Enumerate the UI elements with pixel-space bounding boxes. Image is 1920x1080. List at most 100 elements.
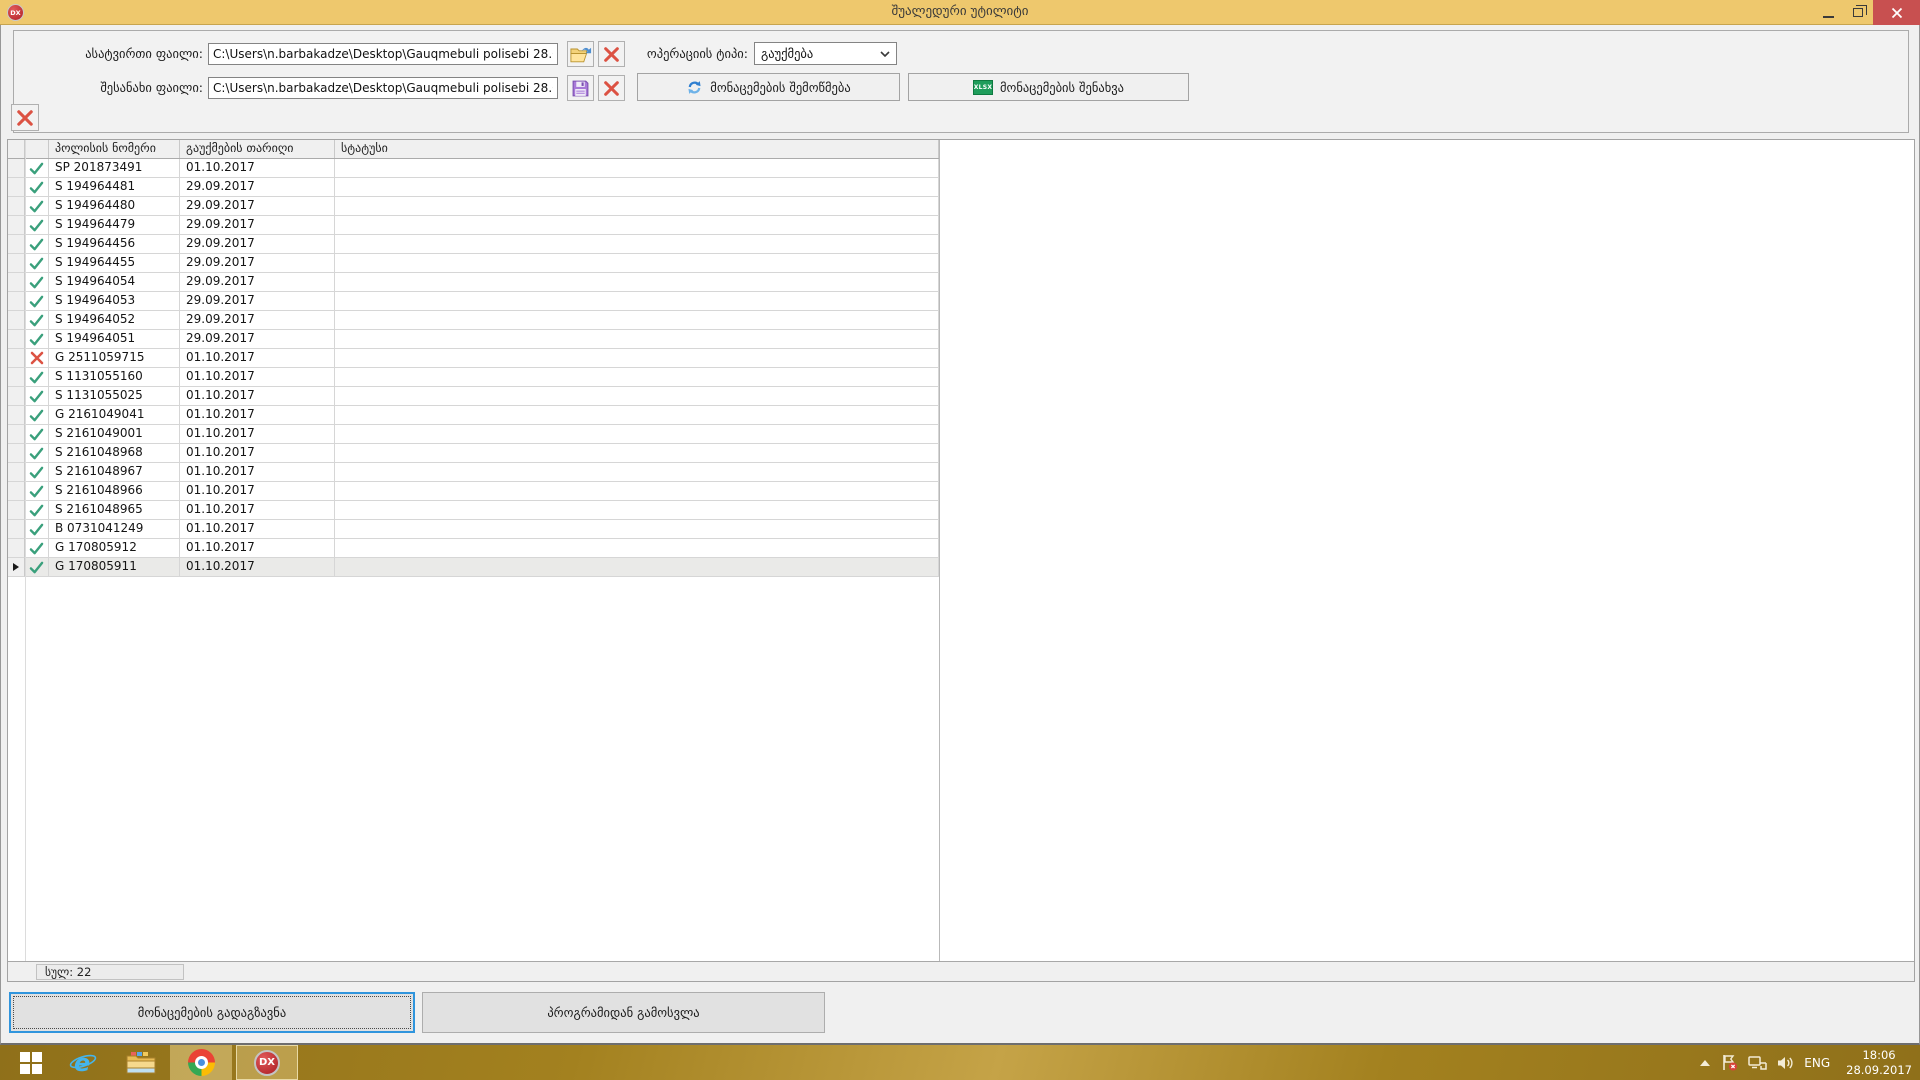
check-icon <box>25 330 49 349</box>
row-indicator <box>8 254 25 273</box>
table-row[interactable]: S 113105502501.10.2017 <box>8 387 939 406</box>
table-row[interactable]: S 216104896601.10.2017 <box>8 482 939 501</box>
taskbar-chrome[interactable] <box>170 1045 232 1080</box>
chevron-down-icon <box>880 51 890 57</box>
table-row[interactable]: S 19496445529.09.2017 <box>8 254 939 273</box>
status-cell <box>335 501 939 520</box>
header-check[interactable] <box>25 140 49 158</box>
table-row[interactable]: S 216104896701.10.2017 <box>8 463 939 482</box>
policy-number-cell: S 1131055025 <box>49 387 180 406</box>
row-indicator <box>8 330 25 349</box>
clear-red-x-icon <box>16 109 34 127</box>
status-cell <box>335 197 939 216</box>
table-row[interactable]: SP 20187349101.10.2017 <box>8 159 939 178</box>
close-button[interactable] <box>1873 0 1920 25</box>
policy-number-cell: S 2161048966 <box>49 482 180 501</box>
minimize-button[interactable] <box>1813 0 1843 25</box>
chrome-icon <box>188 1049 215 1076</box>
indicator-column-line <box>25 140 26 961</box>
row-indicator <box>8 406 25 425</box>
table-row[interactable]: B 073104124901.10.2017 <box>8 520 939 539</box>
table-row[interactable]: G 216104904101.10.2017 <box>8 406 939 425</box>
clear-save-file-button[interactable] <box>598 75 625 101</box>
exit-program-button[interactable]: პროგრამიდან გამოსვლა <box>422 992 825 1033</box>
row-indicator <box>8 368 25 387</box>
check-data-button[interactable]: მონაცემების შემოწმება <box>637 73 900 101</box>
status-cell <box>335 311 939 330</box>
table-row[interactable]: S 19496448129.09.2017 <box>8 178 939 197</box>
tray-clock[interactable]: 18:06 28.09.2017 <box>1840 1048 1912 1077</box>
check-icon <box>25 216 49 235</box>
status-cell <box>335 368 939 387</box>
save-file-input[interactable] <box>208 77 558 99</box>
policy-number-cell: S 194964480 <box>49 197 180 216</box>
header-status[interactable]: სტატუსი <box>335 140 939 158</box>
tray-date: 28.09.2017 <box>1846 1063 1912 1077</box>
action-center-flag-icon[interactable] <box>1721 1054 1738 1071</box>
taskbar-dx-utility[interactable]: DX <box>236 1045 298 1080</box>
row-indicator <box>8 197 25 216</box>
table-row[interactable]: S 113105516001.10.2017 <box>8 368 939 387</box>
cancel-date-cell: 01.10.2017 <box>180 368 335 387</box>
policy-number-cell: S 194964455 <box>49 254 180 273</box>
check-icon <box>25 406 49 425</box>
table-row[interactable]: S 216104900101.10.2017 <box>8 425 939 444</box>
table-row[interactable]: S 19496405229.09.2017 <box>8 311 939 330</box>
status-cell <box>335 178 939 197</box>
save-data-button[interactable]: XLSX მონაცემების შენახვა <box>908 73 1189 101</box>
table-row[interactable]: S 19496405129.09.2017 <box>8 330 939 349</box>
row-indicator <box>8 463 25 482</box>
table-row[interactable]: S 19496445629.09.2017 <box>8 235 939 254</box>
check-icon <box>25 444 49 463</box>
row-indicator <box>8 444 25 463</box>
status-cell <box>335 159 939 178</box>
policy-number-cell: S 194964053 <box>49 292 180 311</box>
status-cell <box>335 273 939 292</box>
status-cell <box>335 292 939 311</box>
table-row[interactable]: G 17080591201.10.2017 <box>8 539 939 558</box>
header-policy-number[interactable]: პოლისის ნომერი <box>49 140 180 158</box>
network-icon[interactable] <box>1748 1055 1767 1071</box>
cancel-date-cell: 01.10.2017 <box>180 406 335 425</box>
operation-type-value: გაუქმება <box>761 46 813 61</box>
policy-number-cell: S 2161048967 <box>49 463 180 482</box>
policy-number-cell: G 170805911 <box>49 558 180 577</box>
header-cancel-date[interactable]: გაუქმების თარიღი <box>180 140 335 158</box>
grid-footer: სულ: 22 <box>8 961 1914 981</box>
taskbar-file-explorer[interactable] <box>110 1045 172 1080</box>
table-row[interactable]: S 216104896501.10.2017 <box>8 501 939 520</box>
tray-up-arrow-icon[interactable] <box>1699 1059 1711 1067</box>
send-data-button[interactable]: მონაცემების გადაგზავნა <box>9 992 415 1033</box>
row-indicator <box>8 558 25 577</box>
table-row[interactable]: S 19496405429.09.2017 <box>8 273 939 292</box>
taskbar: e DX <box>0 1045 1920 1080</box>
table-row[interactable]: G 251105971501.10.2017 <box>8 349 939 368</box>
save-file-button[interactable] <box>567 75 594 101</box>
row-indicator-arrow <box>13 563 19 571</box>
table-row[interactable]: S 19496405329.09.2017 <box>8 292 939 311</box>
restore-button[interactable] <box>1843 0 1873 25</box>
exit-program-button-label: პროგრამიდან გამოსვლა <box>547 1005 699 1020</box>
dx-app-icon: DX <box>254 1050 280 1076</box>
check-data-button-label: მონაცემების შემოწმება <box>710 80 850 95</box>
cancel-date-cell: 01.10.2017 <box>180 463 335 482</box>
table-row[interactable]: G 17080591101.10.2017 <box>8 558 939 577</box>
window-title: შუალედური უტილიტი <box>0 4 1920 19</box>
row-indicator <box>8 387 25 406</box>
policy-number-cell: S 2161048968 <box>49 444 180 463</box>
status-cell <box>335 558 939 577</box>
clear-grid-button[interactable] <box>11 104 39 131</box>
language-indicator[interactable]: ENG <box>1804 1056 1830 1070</box>
policy-number-cell: S 2161048965 <box>49 501 180 520</box>
policy-number-cell: S 1131055160 <box>49 368 180 387</box>
row-indicator <box>8 425 25 444</box>
volume-icon[interactable] <box>1777 1055 1794 1071</box>
titlebar[interactable]: DX შუალედური უტილიტი <box>0 0 1920 25</box>
operation-type-select[interactable]: გაუქმება <box>754 42 897 65</box>
taskbar-internet-explorer[interactable]: e <box>52 1045 114 1080</box>
source-file-input[interactable] <box>208 43 558 65</box>
table-row[interactable]: S 19496447929.09.2017 <box>8 216 939 235</box>
table-row[interactable]: S 19496448029.09.2017 <box>8 197 939 216</box>
table-row[interactable]: S 216104896801.10.2017 <box>8 444 939 463</box>
row-indicator <box>8 311 25 330</box>
